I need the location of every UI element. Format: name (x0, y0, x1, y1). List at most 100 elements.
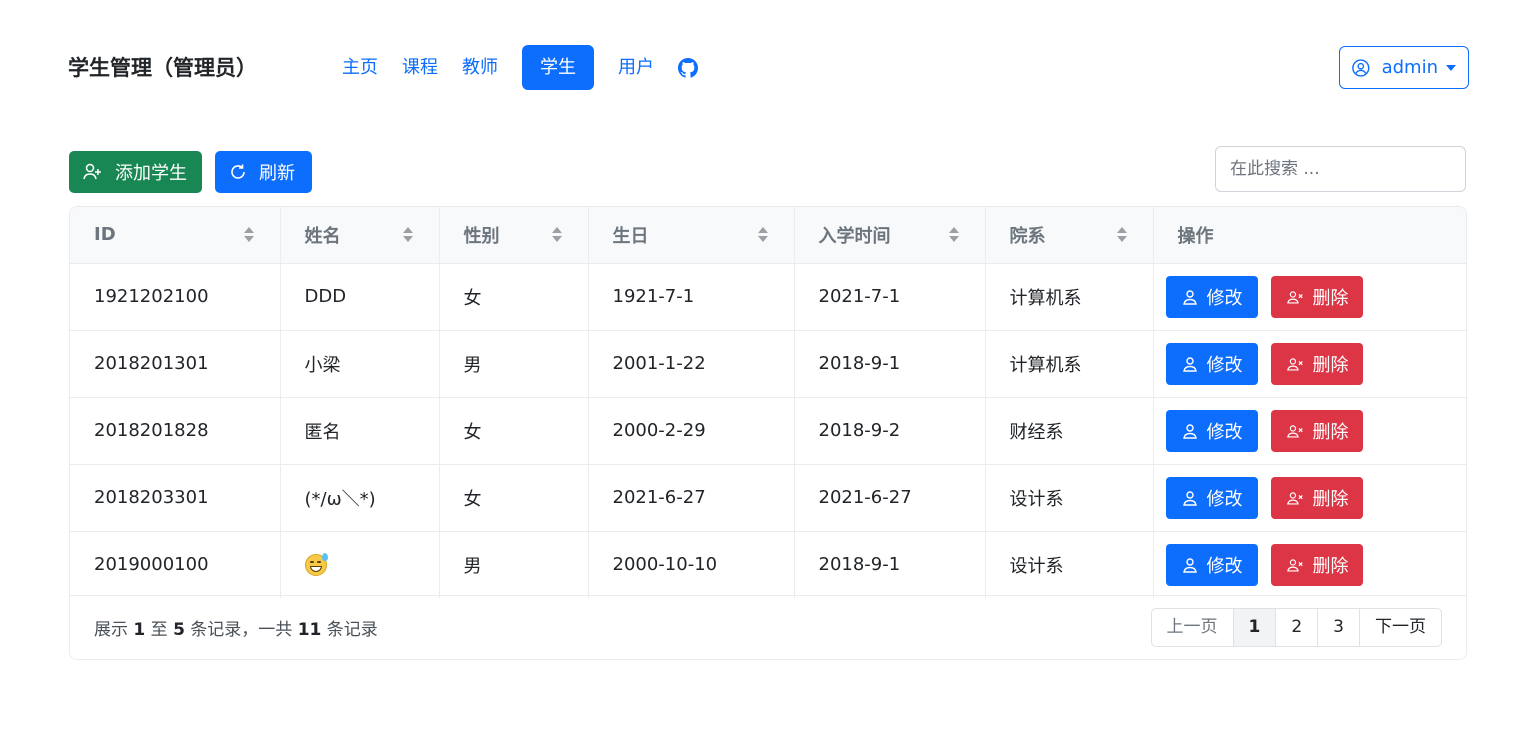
cell-actions: 修改 删除 (1153, 263, 1466, 330)
delete-button[interactable]: 删除 (1270, 543, 1363, 586)
col-id[interactable]: ID (70, 207, 281, 263)
edit-button[interactable]: 修改 (1165, 476, 1258, 519)
user-remove-icon (1286, 491, 1303, 505)
refresh-button[interactable]: 刷新 (215, 151, 312, 193)
nav-teachers[interactable]: 教师 (450, 45, 510, 90)
col-enroll-date[interactable]: 入学时间 (794, 207, 986, 263)
user-icon (1182, 490, 1197, 506)
user-icon (1182, 356, 1197, 372)
nav-home[interactable]: 主页 (330, 45, 390, 90)
cell-birthday: 1921-7-1 (588, 263, 795, 330)
sort-icon[interactable] (757, 227, 768, 243)
cell-department: 设计系 (985, 531, 1154, 598)
cell-enroll-date: 2018-9-1 (794, 330, 986, 397)
cell-gender: 女 (439, 397, 589, 464)
cell-name: 小梁 (280, 330, 440, 397)
delete-button[interactable]: 删除 (1270, 342, 1363, 385)
cell-department: 财经系 (985, 397, 1154, 464)
cell-gender: 男 (439, 330, 589, 397)
cell-actions: 修改 删除 (1153, 531, 1466, 598)
delete-button[interactable]: 删除 (1270, 275, 1363, 318)
cell-enroll-date: 2021-7-1 (794, 263, 986, 330)
table-footer: 展示 1 至 5 条记录，一共 11 条记录 上一页 1 2 3 下一页 (70, 595, 1466, 659)
nav-users[interactable]: 用户 (606, 45, 666, 90)
page-title: 学生管理（管理员） (68, 56, 257, 80)
col-department[interactable]: 院系 (985, 207, 1154, 263)
user-remove-icon (1286, 559, 1303, 572)
add-student-button[interactable]: 添加学生 (69, 151, 202, 193)
students-table: ID 姓名 性别 生日 入学时间 院系 操作 1921202100 DDD 女 192… (69, 206, 1467, 660)
table-row: 2019000100 男 2000-10-10 2018-9-1 设计系 修改 删除 (70, 531, 1466, 598)
cell-birthday: 2000-2-29 (588, 397, 795, 464)
user-dropdown[interactable]: admin (1339, 46, 1469, 89)
col-birthday[interactable]: 生日 (588, 207, 795, 263)
main-nav: 主页 课程 教师 学生 用户 (330, 45, 710, 90)
cell-name (280, 531, 440, 598)
nav-students[interactable]: 学生 (522, 45, 594, 90)
table-header: ID 姓名 性别 生日 入学时间 院系 操作 (70, 207, 1466, 263)
cell-birthday: 2021-6-27 (588, 464, 795, 531)
table-row: 2018201828 匿名女 2000-2-29 2018-9-2 财经系 修改 删除 (70, 397, 1466, 464)
cell-id: 2018203301 (70, 464, 281, 531)
cell-id: 2018201828 (70, 397, 281, 464)
cell-enroll-date: 2021-6-27 (794, 464, 986, 531)
cell-actions: 修改 删除 (1153, 464, 1466, 531)
col-actions: 操作 (1177, 225, 1214, 247)
user-name: admin (1381, 57, 1438, 78)
cell-department: 设计系 (985, 464, 1154, 531)
github-icon (678, 57, 698, 78)
refresh-icon (231, 164, 245, 179)
cell-department: 计算机系 (985, 330, 1154, 397)
pagination-info: 展示 1 至 5 条记录，一共 11 条记录 (94, 620, 378, 640)
search-input[interactable] (1215, 146, 1466, 192)
user-icon (1182, 423, 1197, 439)
cell-name: DDD (280, 263, 440, 330)
cell-id: 2018201301 (70, 330, 281, 397)
user-remove-icon (1286, 290, 1303, 304)
prev-page-button[interactable]: 上一页 (1152, 609, 1234, 646)
next-page-button[interactable]: 下一页 (1360, 609, 1441, 646)
grinning-sweat-emoji-icon (304, 552, 328, 576)
cell-birthday: 2000-10-10 (588, 531, 795, 598)
sort-icon[interactable] (1116, 227, 1127, 243)
sort-icon[interactable] (551, 227, 562, 243)
edit-button[interactable]: 修改 (1165, 409, 1258, 452)
cell-enroll-date: 2018-9-1 (794, 531, 986, 598)
pagination: 上一页 1 2 3 下一页 (1150, 608, 1442, 647)
page-2-button[interactable]: 2 (1276, 609, 1319, 646)
page-3-button[interactable]: 3 (1318, 609, 1360, 646)
github-link[interactable] (666, 45, 710, 90)
caret-down-icon (1446, 64, 1456, 71)
table-row: 1921202100 DDD 女 1921-7-1 2021-7-1 计算机系 修改 删除 (70, 263, 1466, 330)
edit-button[interactable]: 修改 (1165, 275, 1258, 318)
sort-icon[interactable] (402, 227, 413, 243)
cell-birthday: 2001-1-22 (588, 330, 795, 397)
table-row: 2018203301 (*/ω＼*) 女 2021-6-27 2021-6-27 设计系修… (70, 464, 1466, 531)
cell-id: 1921202100 (70, 263, 281, 330)
user-remove-icon (1286, 424, 1303, 438)
refresh-label: 刷新 (259, 163, 295, 184)
user-icon (1182, 558, 1197, 573)
nav-courses[interactable]: 课程 (390, 45, 450, 90)
delete-button[interactable]: 删除 (1270, 409, 1363, 452)
user-circle-icon (1352, 58, 1370, 77)
cell-gender: 女 (439, 263, 589, 330)
user-remove-icon (1286, 357, 1303, 371)
user-icon (1182, 289, 1197, 305)
cell-enroll-date: 2018-9-2 (794, 397, 986, 464)
page-1-button[interactable]: 1 (1233, 609, 1277, 646)
sort-icon[interactable] (948, 227, 959, 243)
cell-id: 2019000100 (70, 531, 281, 598)
edit-button[interactable]: 修改 (1165, 543, 1258, 586)
cell-department: 计算机系 (985, 263, 1154, 330)
sort-icon[interactable] (243, 227, 254, 243)
delete-button[interactable]: 删除 (1270, 476, 1363, 519)
col-gender[interactable]: 性别 (439, 207, 589, 263)
edit-button[interactable]: 修改 (1165, 342, 1258, 385)
col-name[interactable]: 姓名 (280, 207, 440, 263)
cell-actions: 修改 删除 (1153, 397, 1466, 464)
add-student-label: 添加学生 (115, 163, 187, 184)
table-row: 2018201301 小梁男 2001-1-22 2018-9-1 计算机系 修改 删除 (70, 330, 1466, 397)
cell-gender: 女 (439, 464, 589, 531)
cell-name: 匿名 (280, 397, 440, 464)
